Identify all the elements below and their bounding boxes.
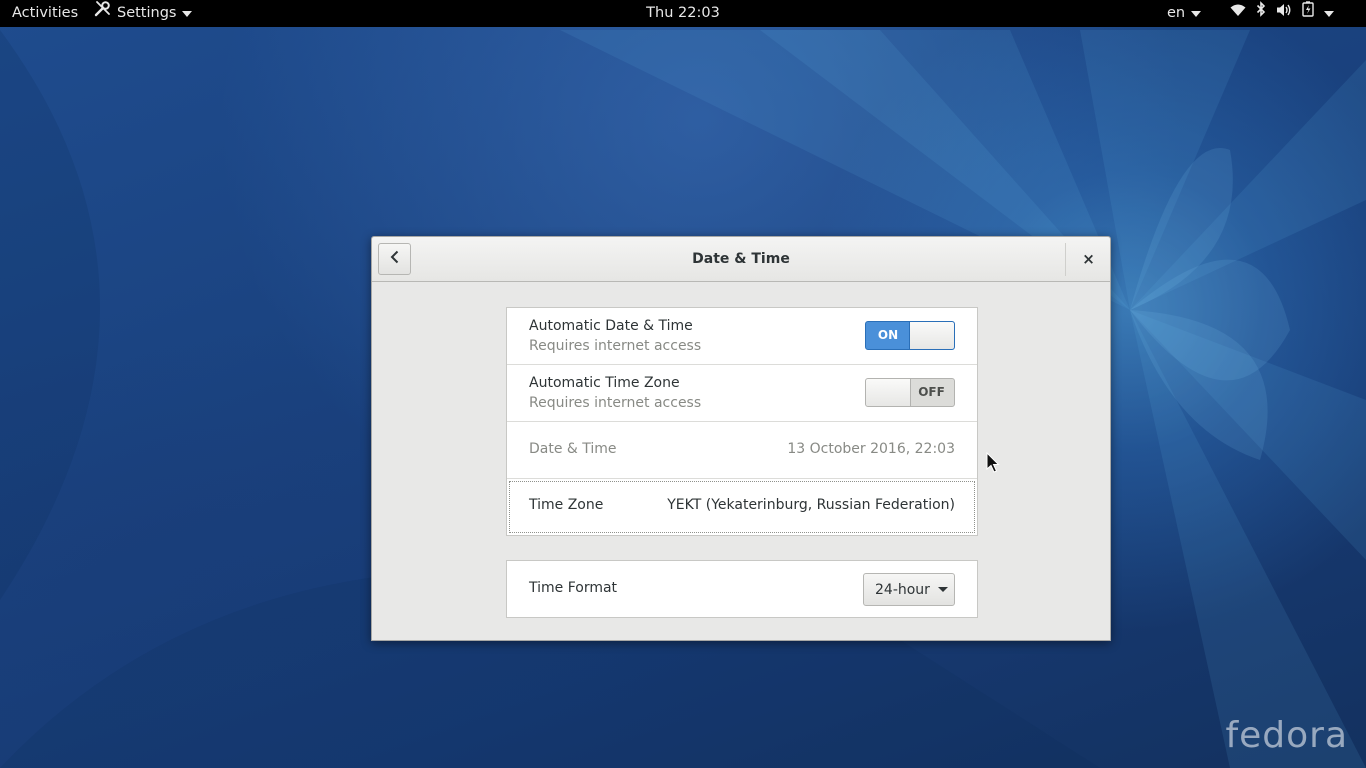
date-time-row: Date & Time 13 October 2016, 22:03: [507, 422, 977, 478]
app-menu-label: Settings: [117, 5, 177, 21]
system-tray[interactable]: [1230, 0, 1334, 27]
top-bar: Activities Settings Thu 22:03 en: [0, 0, 1366, 27]
time-format-row: Time Format 24-hour: [507, 561, 977, 617]
back-button[interactable]: [378, 243, 411, 275]
chevron-left-icon: [390, 250, 400, 268]
switch-knob: [866, 379, 911, 406]
clock-container: Thu 22:03: [0, 0, 1366, 27]
dialog-header-bar: Date & Time ×: [372, 237, 1110, 282]
volume-icon: [1276, 0, 1292, 27]
time-format-title: Time Format: [529, 580, 618, 596]
automatic-time-zone-title: Automatic Time Zone: [529, 375, 680, 391]
clock-button[interactable]: Thu 22:03: [646, 5, 720, 21]
time-zone-row[interactable]: Time Zone YEKT (Yekaterinburg, Russian F…: [507, 479, 977, 535]
automatic-date-time-subtitle: Requires internet access: [529, 338, 702, 354]
date-time-settings-list: Automatic Date & Time Requires internet …: [506, 307, 978, 536]
automatic-time-zone-row[interactable]: Automatic Time Zone Requires internet ac…: [507, 365, 977, 421]
settings-tools-icon: [94, 0, 111, 27]
close-icon: ×: [1082, 250, 1095, 268]
date-time-title: Date & Time: [529, 441, 617, 457]
switch-knob: [909, 322, 954, 349]
language-label: en: [1167, 5, 1186, 21]
system-menu-arrow-icon: [1324, 10, 1334, 17]
close-button[interactable]: ×: [1072, 243, 1105, 275]
time-zone-value: YEKT (Yekaterinburg, Russian Federation): [667, 497, 955, 513]
mouse-pointer-icon: [986, 451, 1000, 478]
chevron-down-icon: [937, 587, 948, 592]
language-indicator[interactable]: en: [1167, 0, 1202, 27]
chevron-down-icon: [1191, 10, 1202, 17]
automatic-time-zone-subtitle: Requires internet access: [529, 395, 702, 411]
dialog-title: Date & Time: [692, 251, 790, 267]
app-menu-button[interactable]: Settings: [94, 0, 193, 27]
chevron-down-icon: [182, 10, 193, 17]
automatic-date-time-row[interactable]: Automatic Date & Time Requires internet …: [507, 308, 977, 364]
time-zone-title: Time Zone: [529, 497, 604, 513]
automatic-time-zone-switch[interactable]: OFF: [865, 378, 955, 407]
header-separator: [1065, 243, 1066, 276]
automatic-date-time-switch[interactable]: ON: [865, 321, 955, 350]
bluetooth-icon: [1256, 0, 1266, 27]
time-format-selected: 24-hour: [875, 581, 930, 598]
fedora-logo: fedora: [1225, 715, 1348, 756]
wifi-icon: [1230, 0, 1246, 27]
time-format-dropdown[interactable]: 24-hour: [863, 573, 955, 606]
automatic-date-time-title: Automatic Date & Time: [529, 318, 693, 334]
time-format-list: Time Format 24-hour: [506, 560, 978, 618]
date-time-dialog: Date & Time × Automatic Date & Time Requ…: [371, 236, 1111, 641]
date-time-value: 13 October 2016, 22:03: [787, 441, 955, 457]
activities-button[interactable]: Activities: [12, 0, 78, 27]
switch-on-label: ON: [877, 328, 899, 342]
switch-off-label: OFF: [918, 385, 945, 399]
battery-icon: [1302, 0, 1314, 27]
